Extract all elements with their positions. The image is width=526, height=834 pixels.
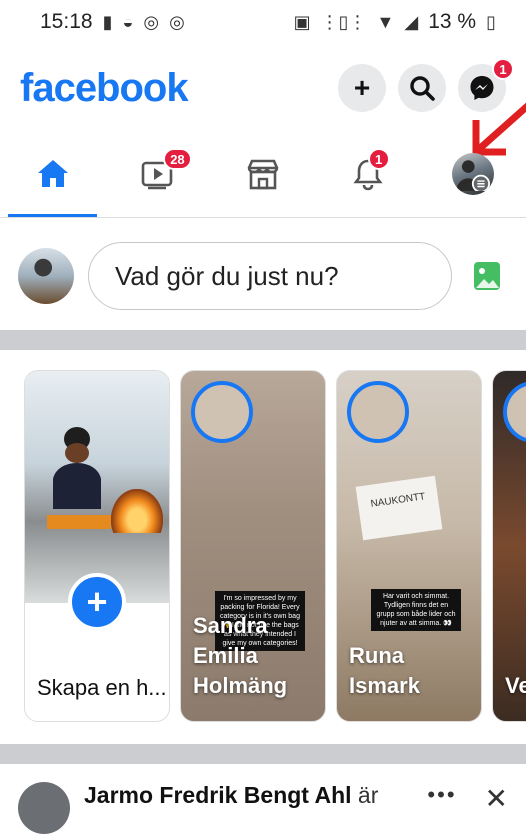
app-notification-icon: ◒ — [122, 11, 134, 32]
story-avatar — [347, 381, 409, 443]
facebook-logo[interactable]: facebook — [20, 66, 326, 111]
app-header: facebook + 1 — [0, 52, 526, 124]
post-author-avatar[interactable] — [18, 782, 70, 834]
story-note-card: NAUKONTT — [355, 475, 443, 541]
battery-icon: ▯ — [486, 11, 496, 32]
story-card[interactable]: I'm so impressed by my packing for Flori… — [180, 370, 326, 722]
home-icon — [37, 159, 68, 187]
story-name: Ver Ber — [505, 673, 526, 698]
composer-placeholder: Vad gör du just nu? — [115, 260, 339, 291]
create-story-photo — [25, 371, 169, 603]
notifications-badge: 1 — [367, 148, 390, 170]
story-name: Sandra Emilia Holmäng — [193, 613, 288, 698]
store-icon — [247, 159, 279, 189]
stories-tray: + Skapa en h... I'm so impressed by my p… — [0, 370, 526, 726]
tab-watch[interactable]: 28 — [105, 130, 210, 217]
person-photo — [47, 427, 111, 529]
tab-menu[interactable] — [421, 130, 526, 217]
tab-notifications[interactable]: 1 — [316, 130, 421, 217]
story-name: Runa Ismark — [349, 643, 420, 698]
tab-home[interactable] — [0, 130, 105, 217]
add-story-button[interactable]: + — [68, 573, 126, 631]
create-story-label: Skapa en h... — [37, 675, 167, 700]
signal-icon: ◢ — [404, 11, 419, 32]
close-post-button[interactable]: ✕ — [485, 782, 508, 815]
section-divider — [0, 330, 526, 350]
post-author-suffix: är — [351, 782, 379, 808]
wifi-icon: ▼ — [376, 11, 395, 32]
campfire-image — [111, 489, 163, 533]
create-story-card[interactable]: + Skapa en h... — [24, 370, 170, 722]
photo-icon — [474, 262, 500, 290]
story-avatar — [191, 381, 253, 443]
story-card[interactable]: Ver Ber — [492, 370, 526, 722]
tab-bar: 28 1 — [0, 130, 526, 218]
watch-badge: 28 — [163, 148, 192, 170]
create-button[interactable]: + — [338, 64, 386, 112]
messenger-badge: 1 — [492, 58, 514, 80]
status-right: ▣ ⋮▯⋮ ▼ ◢ 13 % ▯ — [294, 10, 496, 34]
vibrate-icon: ⋮▯⋮ — [320, 11, 367, 32]
instagram-icon-2: ◎ — [169, 11, 185, 32]
status-bar: 15:18 ▮ ◒ ◎ ◎ ▣ ⋮▯⋮ ▼ ◢ 13 % ▯ — [0, 0, 526, 44]
instagram-icon: ◎ — [143, 11, 160, 32]
composer-avatar[interactable] — [18, 248, 74, 304]
status-left: 15:18 ▮ ◒ ◎ ◎ — [40, 10, 185, 34]
status-time: 15:18 — [40, 10, 93, 33]
post-author-line: Jarmo Fredrik Bengt Ahl är — [84, 782, 378, 809]
tab-marketplace[interactable] — [210, 130, 315, 217]
battery-percent: 13 % — [428, 10, 477, 33]
post-author-name[interactable]: Jarmo Fredrik Bengt Ahl — [84, 782, 352, 808]
plus-icon: + — [86, 581, 108, 622]
composer-input[interactable]: Vad gör du just nu? — [88, 242, 452, 310]
story-card[interactable]: NAUKONTT Har varit och simmat. Tydligen … — [336, 370, 482, 722]
story-avatar — [503, 381, 526, 443]
search-icon — [410, 76, 435, 101]
profile-menu-icon — [456, 159, 491, 193]
post-header: Jarmo Fredrik Bengt Ahl är ••• ✕ — [0, 770, 526, 834]
more-options-button[interactable]: ••• — [427, 782, 456, 808]
photo-button[interactable] — [466, 255, 508, 297]
search-button[interactable] — [398, 64, 446, 112]
volte-icon: ▣ — [293, 11, 311, 32]
post-composer: Vad gör du just nu? — [0, 224, 526, 328]
story-caption: Har varit och simmat. Tydligen finns det… — [371, 589, 461, 631]
section-divider — [0, 744, 526, 764]
profile-avatar — [452, 152, 495, 195]
plus-icon: + — [353, 72, 371, 103]
battery-warning-icon: ▮ — [102, 11, 113, 32]
